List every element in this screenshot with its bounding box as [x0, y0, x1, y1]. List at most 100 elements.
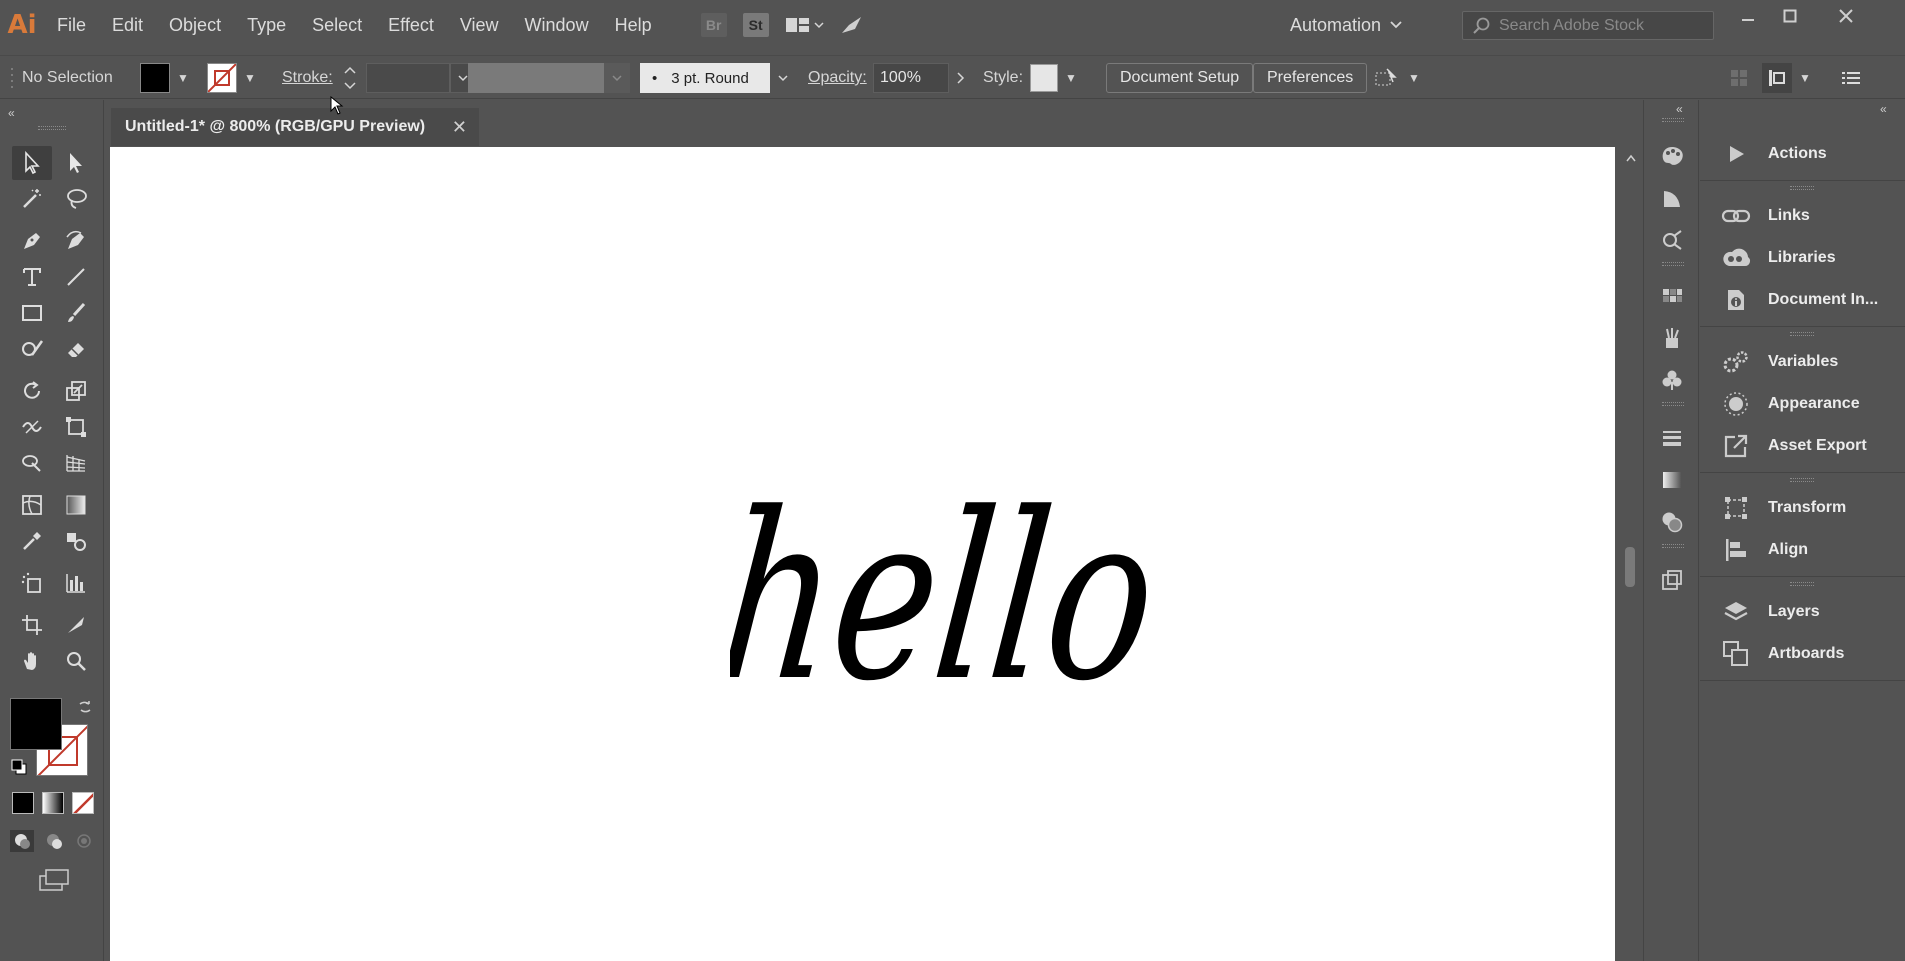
panel-appearance[interactable]: Appearance [1700, 384, 1905, 424]
panel-layers[interactable]: Layers [1700, 592, 1905, 632]
panel-group-grip[interactable] [1790, 582, 1814, 586]
line-segment-tool[interactable] [56, 260, 96, 294]
stroke-weight-field[interactable] [366, 56, 476, 100]
collapse-panels-icon[interactable]: « [1880, 102, 1887, 116]
style-swatch[interactable] [1030, 64, 1058, 92]
artboard-options-icon[interactable] [1658, 566, 1686, 594]
panel-group-grip[interactable] [1790, 332, 1814, 336]
bridge-icon[interactable]: Br [693, 0, 735, 50]
stock-icon[interactable]: St [735, 0, 777, 50]
opacity-label[interactable]: Opacity: [808, 56, 867, 100]
menu-view[interactable]: View [447, 0, 512, 50]
type-tool[interactable] [12, 260, 52, 294]
stroke-panel-icon[interactable] [1658, 424, 1686, 452]
opacity-value[interactable]: 100% [873, 63, 949, 93]
direct-selection-tool[interactable] [56, 146, 96, 180]
panel-actions[interactable]: Actions [1700, 134, 1905, 174]
scroll-up-icon[interactable] [1625, 153, 1637, 163]
toolbar-grip[interactable] [38, 126, 66, 130]
color-palette-icon[interactable] [1658, 142, 1686, 170]
graphic-style-control[interactable]: ▼ [1030, 56, 1078, 100]
scrollbar-thumb[interactable] [1625, 547, 1635, 587]
opacity-field[interactable]: 100% [873, 56, 973, 100]
fill-swatch[interactable] [140, 63, 170, 93]
panel-group-grip[interactable] [1790, 478, 1814, 482]
fill-color-control[interactable]: ▼ [140, 56, 190, 100]
chevron-down-icon[interactable]: ▼ [1064, 71, 1078, 85]
preferences-button[interactable]: Preferences [1253, 63, 1368, 93]
swatches-icon[interactable] [1658, 282, 1686, 310]
fill-color-swatch[interactable] [10, 698, 62, 750]
shaper-tool[interactable] [12, 332, 52, 366]
chevron-down-icon[interactable]: ▼ [243, 71, 257, 85]
shape-builder-tool[interactable] [12, 446, 52, 480]
close-window-button[interactable] [1822, 0, 1870, 32]
column-graph-tool[interactable] [56, 566, 96, 600]
arrange-documents-icon[interactable] [777, 0, 831, 50]
control-bar-grip[interactable] [10, 56, 14, 100]
panel-libraries[interactable]: Libraries [1700, 238, 1905, 278]
menu-window[interactable]: Window [512, 0, 602, 50]
rectangle-tool[interactable] [12, 296, 52, 330]
none-mode-button[interactable] [72, 792, 94, 814]
panel-menu-control[interactable]: ▼ [1762, 56, 1812, 100]
menu-file[interactable]: File [44, 0, 99, 50]
stroke-none-swatch[interactable] [207, 63, 237, 93]
panel-group-grip[interactable] [1662, 402, 1684, 406]
chevron-down-icon[interactable]: ▼ [1798, 71, 1812, 85]
close-tab-icon[interactable]: ✕ [452, 117, 467, 138]
symbols-icon[interactable] [1658, 366, 1686, 394]
artboard[interactable]: hello [110, 147, 1615, 961]
menu-object[interactable]: Object [156, 0, 234, 50]
perspective-grid-tool[interactable] [56, 446, 96, 480]
variable-width-profile[interactable] [468, 56, 630, 100]
panel-asset-export[interactable]: Asset Export [1700, 426, 1905, 466]
pen-tool[interactable] [12, 224, 52, 258]
paintbrush-tool[interactable] [56, 296, 96, 330]
chevron-down-icon[interactable]: ▼ [1407, 71, 1421, 85]
rotate-tool[interactable] [12, 374, 52, 408]
chevron-down-icon[interactable] [770, 63, 796, 93]
color-mode-button[interactable] [12, 792, 34, 814]
arrange-icon[interactable] [1728, 56, 1750, 100]
collapse-toolbar-icon[interactable]: « [8, 106, 15, 120]
panel-links[interactable]: Links [1700, 196, 1905, 236]
default-colors-icon[interactable] [10, 758, 28, 776]
maximize-button[interactable] [1766, 0, 1814, 32]
slice-tool[interactable] [56, 608, 96, 642]
gradient-mode-button[interactable] [42, 792, 64, 814]
select-similar-control[interactable]: ▼ [1373, 56, 1421, 100]
menu-edit[interactable]: Edit [99, 0, 156, 50]
magic-wand-tool[interactable] [12, 182, 52, 216]
stroke-label[interactable]: Stroke: [282, 56, 333, 100]
lasso-tool[interactable] [56, 182, 96, 216]
menu-effect[interactable]: Effect [375, 0, 447, 50]
curvature-tool[interactable] [56, 224, 96, 258]
mesh-tool[interactable] [12, 488, 52, 522]
width-tool[interactable] [12, 410, 52, 444]
vertical-scrollbar[interactable] [1620, 147, 1642, 961]
panel-group-grip[interactable] [1662, 544, 1684, 548]
symbol-sprayer-tool[interactable] [12, 566, 52, 600]
hamburger-menu-icon[interactable] [1840, 56, 1862, 100]
panel-document-info[interactable]: Document In... [1700, 280, 1905, 320]
blend-tool[interactable] [56, 524, 96, 558]
menu-help[interactable]: Help [602, 0, 665, 50]
document-tab[interactable]: Untitled-1* @ 800% (RGB/GPU Preview) ✕ [111, 108, 479, 146]
eraser-tool[interactable] [56, 332, 96, 366]
workspace-switcher[interactable]: Automation [1290, 0, 1403, 50]
stroke-weight-stepper[interactable] [342, 56, 358, 100]
scale-tool[interactable] [56, 374, 96, 408]
minimize-button[interactable] [1724, 0, 1772, 32]
gpu-performance-icon[interactable] [831, 0, 873, 50]
selection-tool[interactable] [12, 146, 52, 180]
document-setup-button[interactable]: Document Setup [1106, 63, 1254, 93]
swap-colors-icon[interactable] [76, 698, 94, 716]
hand-tool[interactable] [12, 644, 52, 678]
panel-group-grip[interactable] [1790, 186, 1814, 190]
screen-mode-icon[interactable] [38, 868, 70, 892]
menu-type[interactable]: Type [234, 0, 299, 50]
color-guide-icon[interactable] [1658, 184, 1686, 212]
panel-artboards[interactable]: Artboards [1700, 634, 1905, 674]
gradient-panel-icon[interactable] [1658, 466, 1686, 494]
